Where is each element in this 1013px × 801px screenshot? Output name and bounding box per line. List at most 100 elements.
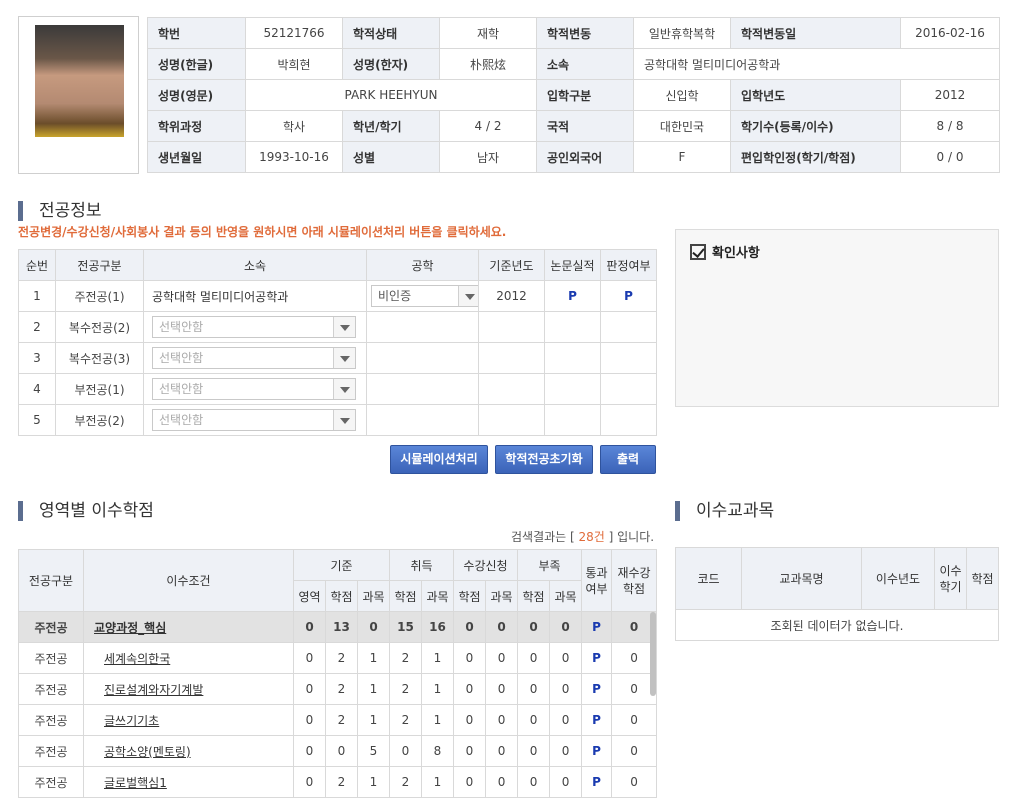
credit-pass: P bbox=[581, 673, 613, 705]
eng-select[interactable]: 비인증 bbox=[371, 285, 478, 307]
info-value: 0 / 0 bbox=[900, 141, 1000, 173]
credit-value: 0 bbox=[453, 704, 486, 736]
info-label: 성별 bbox=[342, 141, 440, 173]
major-thesis bbox=[544, 311, 601, 343]
dept-select-value: 선택안함 bbox=[159, 351, 204, 365]
credit-condition-link[interactable]: 진로설계와자기계발 bbox=[104, 683, 203, 697]
result-count: 28건 bbox=[578, 530, 605, 544]
dept-select[interactable]: 선택안함 bbox=[152, 316, 356, 338]
credit-value: 2 bbox=[389, 766, 422, 798]
credit-condition-link[interactable]: 세계속의한국 bbox=[104, 652, 170, 666]
credit-value: 0 bbox=[293, 735, 326, 767]
info-label: 입학년도 bbox=[730, 79, 901, 111]
credit-condition-link[interactable]: 글쓰기기초 bbox=[104, 714, 159, 728]
credit-condition-cell: 글로벌핵심1 bbox=[83, 766, 294, 798]
major-dept-cell: 선택안함 bbox=[143, 342, 367, 374]
credit-value: 0 bbox=[293, 611, 326, 643]
credit-value: 0 bbox=[453, 611, 486, 643]
major-row: 2 복수전공(2) 선택안함 bbox=[18, 311, 657, 343]
simulation-button[interactable]: 시뮬레이션처리 bbox=[390, 445, 488, 474]
credit-value: 0 bbox=[325, 735, 358, 767]
credit-value: 2 bbox=[389, 673, 422, 705]
info-label: 학적변동일 bbox=[730, 17, 901, 49]
col-lack: 부족 bbox=[517, 549, 583, 581]
info-row: 성명(영문) PARK HEEHYUN 입학구분 신입학 입학년도 2012 bbox=[147, 79, 1000, 111]
col-base: 기준 bbox=[293, 549, 390, 581]
major-judge bbox=[600, 342, 657, 374]
credit-sub-header: 학점 bbox=[389, 580, 422, 612]
info-label: 성명(한자) bbox=[342, 48, 440, 80]
info-row: 생년월일 1993-10-16 성별 남자 공인외국어 F 편입학인정(학기/학점) 0 / … bbox=[147, 141, 1000, 173]
info-label: 소속 bbox=[536, 48, 634, 80]
credit-condition-link[interactable]: 글로벌핵심1 bbox=[104, 776, 167, 790]
chevron-down-icon bbox=[458, 286, 478, 306]
credit-value: 0 bbox=[484, 766, 519, 798]
credit-value: 1 bbox=[421, 704, 454, 736]
major-year bbox=[478, 311, 545, 343]
info-row: 학번 52121766 학적상태 재학 학적변동 일반휴학복학 학적변동일 2016-02-1… bbox=[147, 17, 1000, 49]
major-thesis: P bbox=[544, 280, 601, 312]
credit-row: 주전공 진로설계와자기계발 0 2 1 2 1 0 0 0 0 P 0 bbox=[18, 673, 658, 705]
reset-major-button[interactable]: 학적전공초기화 bbox=[495, 445, 593, 474]
dept-select[interactable]: 선택안함 bbox=[152, 347, 356, 369]
credit-value: 2 bbox=[389, 642, 422, 674]
photo-image bbox=[35, 25, 124, 137]
credit-row: 주전공 세계속의한국 0 2 1 2 1 0 0 0 0 P 0 bbox=[18, 642, 658, 674]
dept-select-value: 선택안함 bbox=[159, 413, 204, 427]
info-value: 4 / 2 bbox=[439, 110, 537, 142]
info-row: 성명(한글) 박희현 성명(한자) 朴熙炫 소속 공학대학 멀티미디어공학과 bbox=[147, 48, 1000, 80]
credit-value: 0 bbox=[293, 766, 326, 798]
info-value: 2012 bbox=[900, 79, 1000, 111]
credit-sub-header: 과목 bbox=[357, 580, 390, 612]
major-no: 5 bbox=[18, 404, 56, 436]
credit-value: 0 bbox=[517, 735, 551, 767]
credit-type: 주전공 bbox=[18, 735, 84, 767]
credit-value: 0 bbox=[484, 673, 519, 705]
dept-select-value: 선택안함 bbox=[159, 382, 204, 396]
credit-pass: P bbox=[581, 735, 613, 767]
info-label: 편입학인정(학기/학점) bbox=[730, 141, 901, 173]
credit-condition-link[interactable]: 교양과정_핵심 bbox=[94, 621, 166, 635]
major-thesis bbox=[544, 404, 601, 436]
info-value: 학사 bbox=[245, 110, 343, 142]
info-value: F bbox=[633, 141, 731, 173]
info-label: 학적변동 bbox=[536, 17, 634, 49]
credit-row: 주전공 공학소양(멘토링) 0 0 5 0 8 0 0 0 0 P 0 bbox=[18, 735, 658, 767]
credit-value: 16 bbox=[421, 611, 454, 643]
print-button[interactable]: 출력 bbox=[600, 445, 656, 474]
major-type: 부전공(1) bbox=[55, 373, 144, 405]
credit-value: 2 bbox=[389, 704, 422, 736]
credit-sub-header: 영역 bbox=[293, 580, 326, 612]
credit-value: 1 bbox=[421, 673, 454, 705]
dept-select-value: 선택안함 bbox=[159, 320, 204, 334]
credit-retake: 0 bbox=[611, 704, 658, 736]
major-type: 복수전공(3) bbox=[55, 342, 144, 374]
dept-select[interactable]: 선택안함 bbox=[152, 409, 356, 431]
major-row: 5 부전공(2) 선택안함 bbox=[18, 404, 657, 436]
credit-pass: P bbox=[581, 766, 613, 798]
chevron-down-icon bbox=[333, 317, 355, 337]
dept-select[interactable]: 선택안함 bbox=[152, 378, 356, 400]
major-thesis bbox=[544, 373, 601, 405]
courses-section-title: 이수교과목 bbox=[675, 501, 774, 521]
credit-value: 1 bbox=[357, 766, 390, 798]
info-label: 학위과정 bbox=[147, 110, 246, 142]
info-label: 입학구분 bbox=[536, 79, 634, 111]
credit-value: 0 bbox=[549, 642, 583, 674]
credit-condition-link[interactable]: 공학소양(멘토링) bbox=[104, 745, 191, 759]
credits-scrollbar[interactable] bbox=[650, 612, 656, 696]
major-thesis bbox=[544, 342, 601, 374]
eng-select-value: 비인증 bbox=[378, 289, 412, 303]
credit-value: 0 bbox=[549, 766, 583, 798]
credit-value: 8 bbox=[421, 735, 454, 767]
credit-condition-cell: 공학소양(멘토링) bbox=[83, 735, 294, 767]
major-col-header: 기준년도 bbox=[478, 249, 545, 281]
major-year bbox=[478, 404, 545, 436]
info-value: 일반휴학복학 bbox=[633, 17, 731, 49]
credit-value: 0 bbox=[484, 611, 519, 643]
credit-value: 0 bbox=[549, 704, 583, 736]
chevron-down-icon bbox=[333, 410, 355, 430]
credit-value: 2 bbox=[325, 766, 358, 798]
major-type: 주전공(1) bbox=[55, 280, 144, 312]
courses-table: 코드 교과목명 이수년도 이수학기 학점 조회된 데이터가 없습니다. bbox=[675, 547, 999, 641]
